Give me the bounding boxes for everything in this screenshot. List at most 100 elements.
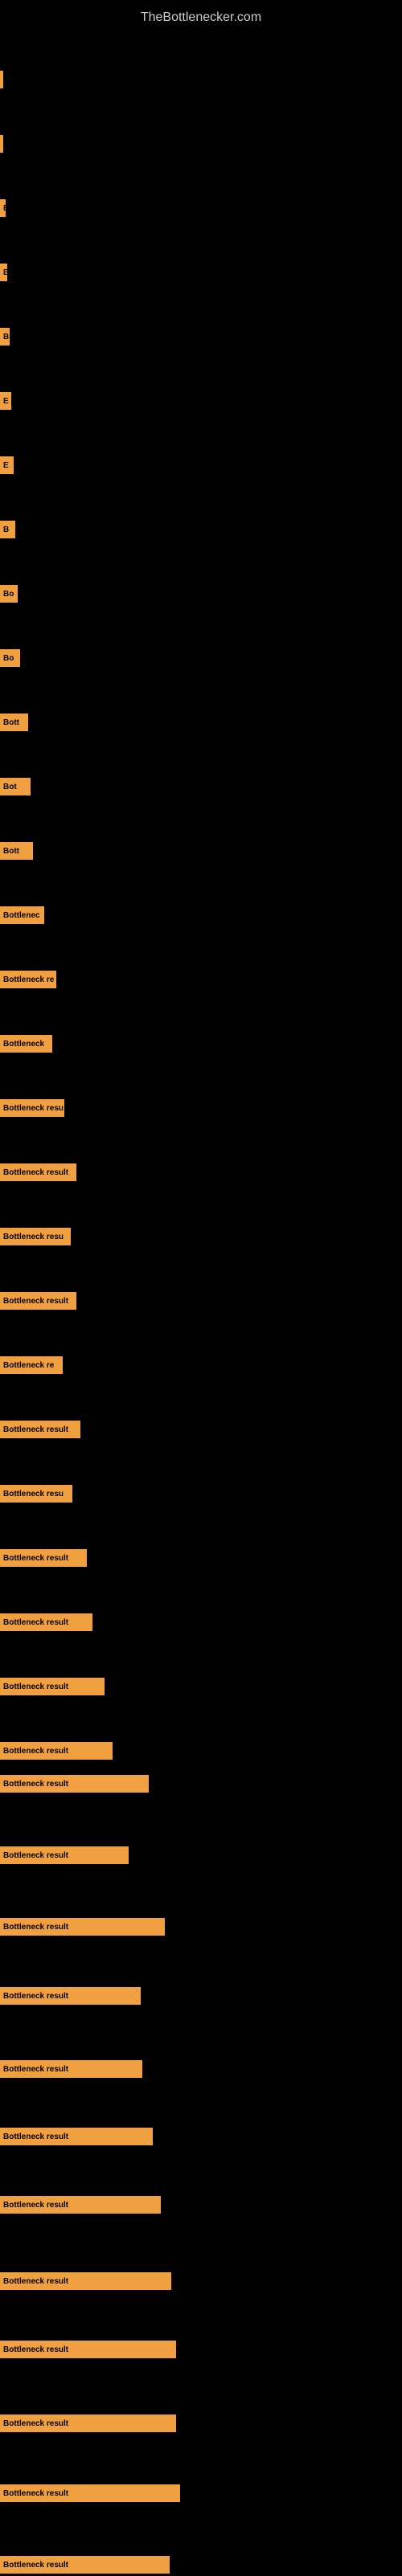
bar-label: Bottleneck result — [3, 1554, 68, 1563]
bar-label: Bottleneck resu — [3, 1490, 64, 1499]
bar-row: Bottleneck result — [0, 1547, 402, 1569]
bar-row: Bott — [0, 840, 402, 862]
bar-row: Bottleneck result — [0, 2412, 402, 2435]
bar-row: Bottleneck result — [0, 2270, 402, 2292]
bar-row: E — [0, 261, 402, 284]
bar-rect: Bottleneck — [0, 1035, 52, 1053]
bar-label: B — [3, 333, 9, 341]
bar-label: Bottleneck result — [3, 1851, 68, 1860]
bar-label: Bottleneck result — [3, 1747, 68, 1756]
bar-row: E — [0, 197, 402, 219]
bar-rect: E — [0, 264, 7, 281]
bar-row: Bottleneck result — [0, 1916, 402, 1938]
bar-row: Bottleneck resu — [0, 1097, 402, 1119]
bar-label: Bottleneck result — [3, 1992, 68, 2001]
bar-label: Bottleneck result — [3, 2132, 68, 2141]
bar-label: Bot — [3, 783, 17, 791]
bar-rect: Bottleneck result — [0, 1163, 76, 1181]
bar-label: Bottleneck resu — [3, 1233, 64, 1241]
bar-row: Bottleneck resu — [0, 1482, 402, 1505]
bar-label: E — [3, 461, 9, 470]
bar-rect: Bot — [0, 778, 31, 795]
bar-rect: Bott — [0, 714, 28, 731]
bar-label: Bottleneck result — [3, 1618, 68, 1627]
bar-rect: Bottleneck result — [0, 1775, 149, 1793]
bar-rect: Bottleneck resu — [0, 1485, 72, 1503]
bar-row: Bo — [0, 647, 402, 669]
bar-label: B — [3, 525, 9, 534]
bar-rect: Bottleneck result — [0, 2060, 142, 2078]
bar-row: Bottleneck result — [0, 2554, 402, 2576]
bar-row: Bottleneck result — [0, 1290, 402, 1312]
bar-label: Bottleneck result — [3, 2561, 68, 2570]
bar-rect: Bo — [0, 585, 18, 603]
site-title: TheBottlenecker.com — [0, 4, 402, 31]
bar-rect: Bottleneck result — [0, 2414, 176, 2432]
bar-label: Bottleneck result — [3, 1168, 68, 1177]
bar-row: Bottleneck result — [0, 2194, 402, 2216]
bar-row: Bottleneck result — [0, 1844, 402, 1867]
bar-label: Bottleneck re — [3, 975, 54, 984]
bar-row: B — [0, 518, 402, 541]
bar-label: Bottlenec — [3, 911, 40, 920]
bar-label: Bott — [3, 847, 19, 856]
bar-rect — [0, 135, 3, 153]
bar-rect: B — [0, 521, 15, 538]
bar-rect: Bottleneck resu — [0, 1228, 71, 1245]
bar-label: Bottleneck resu — [3, 1104, 64, 1113]
bar-row: Bott — [0, 711, 402, 734]
bar-label: E — [3, 397, 9, 406]
bar-row: Bottleneck result — [0, 1740, 402, 1762]
bar-row: Bottleneck re — [0, 1354, 402, 1376]
bar-rect: E — [0, 199, 6, 217]
bar-row: Bo — [0, 583, 402, 605]
bar-label: Bottleneck — [3, 1040, 44, 1049]
bar-row: Bottleneck — [0, 1032, 402, 1055]
bar-row: E — [0, 390, 402, 412]
bar-row — [0, 68, 402, 91]
bar-rect: Bottleneck result — [0, 1292, 76, 1310]
bar-rect: Bottleneck result — [0, 2272, 171, 2290]
bar-rect: Bottleneck result — [0, 1742, 113, 1760]
bar-row: Bottleneck result — [0, 2058, 402, 2080]
bar-label: Bottleneck result — [3, 2277, 68, 2286]
bar-rect: Bottleneck result — [0, 1613, 92, 1631]
bar-row: B — [0, 325, 402, 348]
bar-label: Bottleneck result — [3, 2419, 68, 2428]
bar-label: Bottleneck result — [3, 1683, 68, 1691]
bar-rect: Bottlenec — [0, 906, 44, 924]
bar-row: Bottleneck result — [0, 2482, 402, 2504]
bar-row: Bottleneck result — [0, 1418, 402, 1441]
bar-label: Bottleneck result — [3, 1297, 68, 1306]
bar-label: Bottleneck result — [3, 1923, 68, 1932]
bar-rect: Bottleneck result — [0, 2196, 161, 2214]
bar-label: Bottleneck result — [3, 2489, 68, 2498]
bar-label: Bottleneck result — [3, 2201, 68, 2210]
bar-rect: Bottleneck re — [0, 1356, 63, 1374]
bar-row: Bottleneck result — [0, 1773, 402, 1795]
bar-rect: E — [0, 392, 11, 410]
bar-rect: Bottleneck result — [0, 1846, 129, 1864]
bar-label: Bo — [3, 654, 14, 663]
bar-rect: Bottleneck re — [0, 971, 56, 988]
bar-rect: Bottleneck resu — [0, 1099, 64, 1117]
bar-label: Bottleneck result — [3, 2345, 68, 2354]
bar-row: Bottleneck resu — [0, 1225, 402, 1248]
bar-label: Bottleneck result — [3, 1780, 68, 1789]
bar-label: E — [3, 268, 7, 277]
bar-rect — [0, 71, 3, 88]
bar-rect: E — [0, 456, 14, 474]
bar-row: Bottleneck re — [0, 968, 402, 991]
bar-rect: B — [0, 328, 10, 346]
bar-row: Bottlenec — [0, 904, 402, 926]
bar-label: Bottleneck re — [3, 1361, 54, 1370]
bar-label: E — [3, 204, 6, 213]
bar-rect: Bott — [0, 842, 33, 860]
bar-rect: Bottleneck result — [0, 2484, 180, 2502]
bar-row: Bottleneck result — [0, 2338, 402, 2361]
bar-rect: Bottleneck result — [0, 2341, 176, 2358]
bar-rect: Bottleneck result — [0, 1549, 87, 1567]
bar-row: E — [0, 454, 402, 476]
bar-row: Bottleneck result — [0, 1675, 402, 1698]
bar-label: Bottleneck result — [3, 2065, 68, 2074]
